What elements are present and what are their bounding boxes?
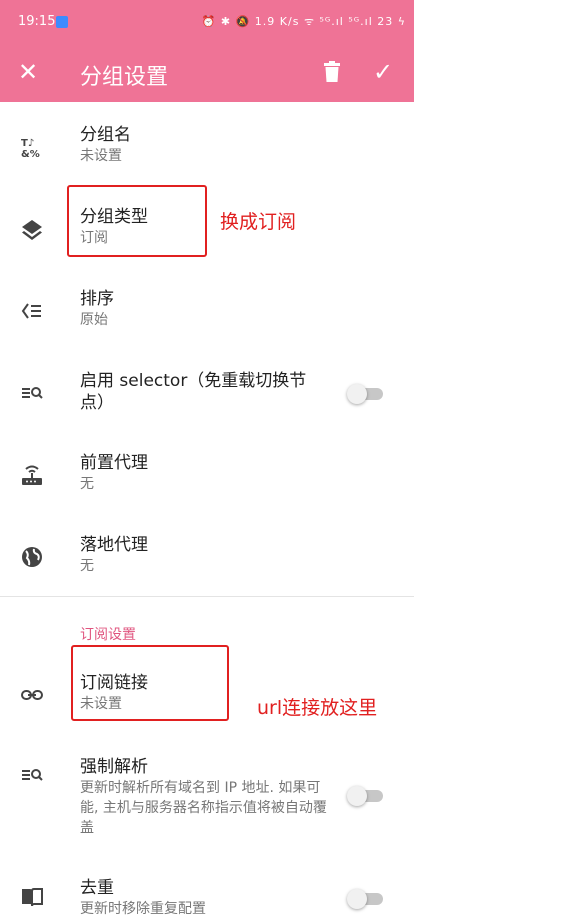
dedupe-description: 更新时移除重复配置 xyxy=(80,901,206,917)
layers-icon xyxy=(20,217,44,241)
group-name-label: 分组名 xyxy=(80,125,131,145)
sort-row[interactable]: 排序 原始 xyxy=(0,288,414,340)
close-icon[interactable]: ✕ xyxy=(18,58,38,86)
annotation-url-note: url连接放这里 xyxy=(257,697,378,719)
svg-text:&%: &% xyxy=(21,149,40,159)
section-divider xyxy=(0,596,414,597)
front-proxy-row[interactable]: 前置代理 无 xyxy=(0,452,414,504)
screen: 19:15 ⏰ ✱ 🔕 1.9 K/s ᯤ ⁵ᴳ.ıl ⁵ᴳ.ıl 23 ϟ ✕… xyxy=(0,0,414,919)
force-resolve-description: 更新时解析所有域名到 IP 地址. 如果可能, 主机与服务器名称指示值将被自动覆… xyxy=(80,780,327,836)
book-icon xyxy=(20,885,44,909)
group-type-row[interactable]: 分组类型 订阅 xyxy=(0,206,414,258)
group-name-row[interactable]: T♪ &% 分组名 未设置 xyxy=(0,124,414,176)
landing-proxy-value: 无 xyxy=(80,558,94,574)
force-resolve-row[interactable]: 强制解析 更新时解析所有域名到 IP 地址. 如果可能, 主机与服务器名称指示值… xyxy=(0,756,414,842)
router-icon xyxy=(20,463,44,487)
page-title: 分组设置 xyxy=(80,65,169,90)
dedupe-toggle[interactable] xyxy=(347,889,385,909)
annotation-box-subscription-link xyxy=(71,645,229,721)
dedupe-label: 去重 xyxy=(80,878,114,898)
landing-proxy-label: 落地代理 xyxy=(80,535,148,555)
annotation-box-group-type xyxy=(67,185,207,257)
svg-text:T♪: T♪ xyxy=(21,138,34,149)
front-proxy-value: 无 xyxy=(80,476,94,492)
text-format-icon: T♪ &% xyxy=(20,135,44,160)
status-time: 19:15 xyxy=(18,14,56,29)
link-icon xyxy=(20,683,44,707)
selector-row[interactable]: 启用 selector（免重载切换节点） xyxy=(0,370,414,422)
list-search-icon xyxy=(20,763,44,787)
notification-app-icon xyxy=(56,16,68,28)
group-name-value: 未设置 xyxy=(80,148,122,164)
system-status-icons: ⏰ ✱ 🔕 1.9 K/s ᯤ ⁵ᴳ.ıl ⁵ᴳ.ıl 23 ϟ xyxy=(201,15,406,28)
force-resolve-toggle[interactable] xyxy=(347,786,385,806)
selector-toggle[interactable] xyxy=(347,384,385,404)
dedupe-row[interactable]: 去重 更新时移除重复配置 xyxy=(0,877,414,919)
landing-proxy-row[interactable]: 落地代理 无 xyxy=(0,534,414,586)
sort-value: 原始 xyxy=(80,312,108,328)
confirm-check-icon[interactable]: ✓ xyxy=(373,58,393,86)
sort-icon xyxy=(20,299,44,323)
subscription-section-header: 订阅设置 xyxy=(80,627,136,643)
sort-label: 排序 xyxy=(80,289,114,309)
front-proxy-label: 前置代理 xyxy=(80,453,148,473)
toolbar: ✕ 分组设置 ✓ xyxy=(0,44,414,102)
annotation-type-note: 换成订阅 xyxy=(220,211,297,233)
force-resolve-label: 强制解析 xyxy=(80,757,148,777)
delete-icon[interactable] xyxy=(322,61,342,87)
globe-icon xyxy=(20,545,44,569)
list-search-icon xyxy=(20,381,44,405)
selector-label: 启用 selector（免重载切换节点） xyxy=(80,371,307,413)
status-bar: 19:15 ⏰ ✱ 🔕 1.9 K/s ᯤ ⁵ᴳ.ıl ⁵ᴳ.ıl 23 ϟ xyxy=(0,0,414,44)
